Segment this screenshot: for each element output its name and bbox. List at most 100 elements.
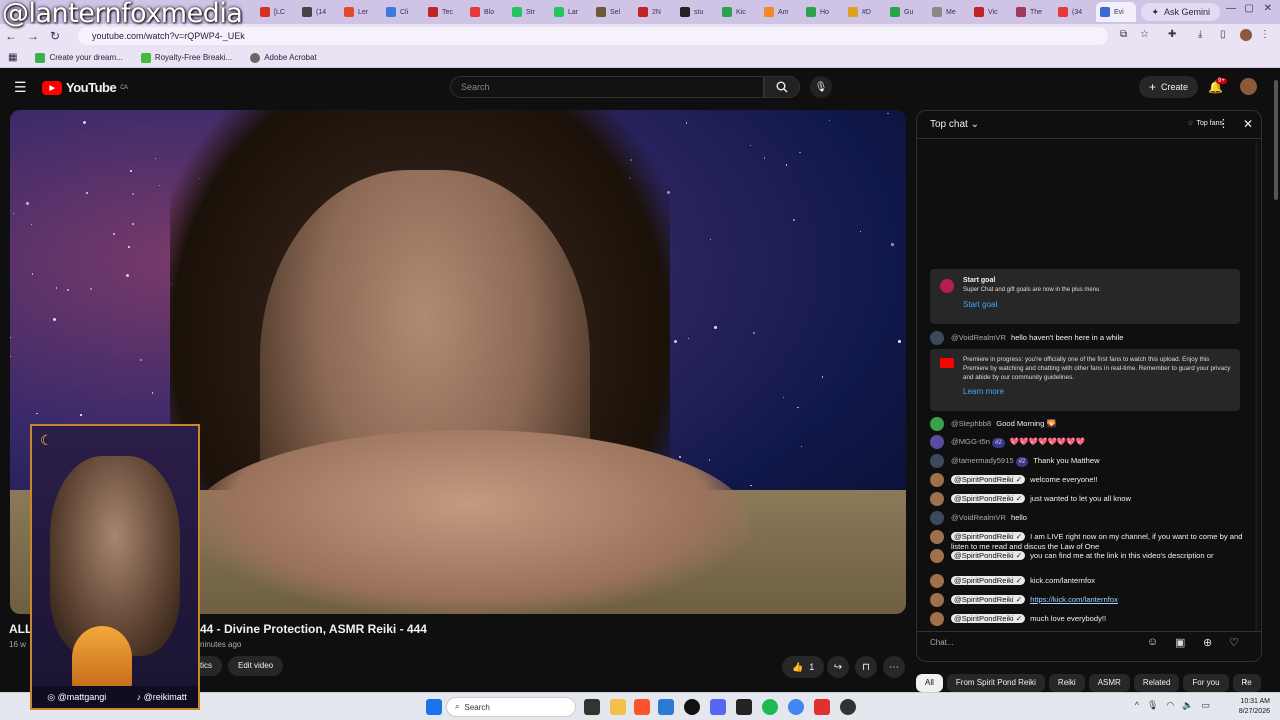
super-chat-icon[interactable]: ▣: [1175, 636, 1185, 649]
browser-tab[interactable]: Ho: [802, 2, 842, 22]
app-icon[interactable]: [658, 699, 674, 715]
chat-avatar[interactable]: [930, 574, 944, 588]
chat-more-icon[interactable]: ⋮: [1218, 117, 1229, 130]
chips-next-icon[interactable]: ›: [1244, 676, 1247, 687]
chat-author[interactable]: @VoidRealmVR: [951, 333, 1006, 342]
maximize-icon[interactable]: ▢: [1245, 3, 1254, 14]
filter-chip[interactable]: All: [916, 674, 943, 692]
search-input[interactable]: Search: [450, 76, 764, 98]
hamburger-menu-icon[interactable]: ☰: [14, 79, 27, 96]
chat-avatar[interactable]: [930, 612, 944, 626]
browser-tab[interactable]: Kic: [718, 2, 758, 22]
save-button[interactable]: ⊓: [855, 656, 877, 678]
learn-more-link[interactable]: Learn more: [963, 387, 1232, 396]
browser-tab[interactable]: #D: [844, 2, 884, 22]
app-icon[interactable]: [814, 699, 830, 715]
discord-icon[interactable]: [710, 699, 726, 715]
url-field[interactable]: youtube.com/watch?v=rQPWP4-_UEk: [78, 27, 1108, 45]
battery-icon[interactable]: ▭: [1201, 700, 1210, 711]
reload-icon[interactable]: ↻: [44, 29, 66, 43]
chat-avatar[interactable]: [930, 435, 944, 449]
taskbar-search[interactable]: ⌕ Search: [446, 697, 576, 717]
browser-tab[interactable]: Lar: [550, 2, 590, 22]
browser-tab[interactable]: Evi: [1096, 2, 1136, 22]
wifi-icon[interactable]: ◠: [1166, 700, 1174, 711]
chat-avatar[interactable]: [930, 454, 944, 468]
sidebar-icon[interactable]: ▯: [1220, 29, 1226, 40]
chat-avatar[interactable]: [930, 331, 944, 345]
chat-author[interactable]: @SpiritPondReiki ✓: [951, 494, 1026, 503]
browser-tab[interactable]: 2N: [634, 2, 674, 22]
chat-author[interactable]: @VoidRealmVR: [951, 513, 1006, 522]
chrome-icon[interactable]: [788, 699, 804, 715]
account-avatar[interactable]: [1240, 78, 1257, 95]
system-clock[interactable]: 10:31 AM 8/27/2026: [1239, 697, 1270, 717]
chat-avatar[interactable]: [930, 549, 944, 563]
chat-author[interactable]: @Stephbb8: [951, 419, 991, 428]
brave-icon[interactable]: [634, 699, 650, 715]
start-goal-link[interactable]: Start goal: [963, 300, 1232, 309]
browser-tab[interactable]: The: [1012, 2, 1052, 22]
chat-author[interactable]: @SpiritPondReiki ✓: [951, 614, 1026, 623]
browser-tab[interactable]: Vic: [970, 2, 1010, 22]
task-view-icon[interactable]: [584, 699, 600, 715]
bookmark-item[interactable]: Create your dream...: [35, 52, 123, 63]
browser-tab[interactable]: [LC: [256, 2, 296, 22]
spotify-icon[interactable]: [762, 699, 778, 715]
chat-author[interactable]: @SpiritPondReiki ✓: [951, 532, 1026, 541]
browser-menu-icon[interactable]: ⋮: [1260, 29, 1270, 40]
close-chat-icon[interactable]: ✕: [1243, 117, 1253, 131]
filter-chip[interactable]: Related: [1133, 674, 1180, 692]
chat-avatar[interactable]: [930, 530, 944, 544]
filter-chip[interactable]: For you: [1183, 674, 1229, 692]
chat-mode-dropdown[interactable]: Top chat ⌄: [930, 119, 979, 130]
chat-avatar[interactable]: [930, 492, 944, 506]
chat-input[interactable]: Chat...: [930, 638, 954, 647]
chat-author[interactable]: @SpiritPondReiki ✓: [951, 595, 1026, 604]
browser-tab[interactable]: Ler: [340, 2, 380, 22]
browser-tab[interactable]: Am: [760, 2, 800, 22]
browser-tab[interactable]: Blo: [466, 2, 506, 22]
bookmark-star-icon[interactable]: ☆: [1140, 29, 1149, 40]
apps-grid-icon[interactable]: ▦: [8, 52, 17, 63]
chat-author[interactable]: @SpiritPondReiki ✓: [951, 551, 1026, 560]
chat-avatar[interactable]: [930, 473, 944, 487]
volume-icon[interactable]: 🔈: [1182, 700, 1193, 711]
youtube-logo[interactable]: ▶ YouTube CA: [42, 80, 128, 95]
minimize-icon[interactable]: —: [1226, 3, 1236, 14]
file-explorer-icon[interactable]: [610, 699, 626, 715]
browser-tab[interactable]: Tec: [424, 2, 464, 22]
bookmark-item[interactable]: Royalty-Free Breaki...: [140, 52, 232, 63]
chat-avatar[interactable]: [930, 511, 944, 525]
filter-chip[interactable]: ASMR: [1088, 674, 1130, 692]
chat-author[interactable]: @MGG-t5n: [951, 437, 990, 446]
mic-tray-icon[interactable]: 🎙: [1147, 700, 1158, 711]
browser-tab[interactable]: Cli: [382, 2, 422, 22]
windows-start-icon[interactable]: [426, 699, 442, 715]
chat-avatar[interactable]: [930, 417, 944, 431]
extensions-icon[interactable]: ✚: [1168, 29, 1176, 40]
filter-chip[interactable]: From Spirit Pond Reiki: [946, 674, 1045, 692]
browser-tab[interactable]: (14: [298, 2, 338, 22]
download-icon[interactable]: ⤓: [1198, 29, 1202, 40]
emoji-icon[interactable]: ☺: [1147, 636, 1158, 648]
back-icon[interactable]: ←: [0, 29, 22, 43]
chat-author[interactable]: @tamermady5915: [951, 456, 1014, 465]
share-button[interactable]: ↪: [827, 656, 849, 678]
page-scrollbar-thumb[interactable]: [1274, 80, 1278, 200]
voice-search-button[interactable]: 🎙: [810, 76, 832, 98]
bookmark-item[interactable]: Adobe Acrobat: [250, 52, 317, 63]
browser-profile-avatar[interactable]: [1240, 29, 1252, 41]
browser-tab[interactable]: Str: [508, 2, 548, 22]
like-button[interactable]: 👍 1: [782, 656, 825, 678]
chat-link[interactable]: https://kick.com/lanternfox: [1030, 595, 1118, 604]
heart-icon[interactable]: ♡: [1229, 636, 1239, 649]
forward-icon[interactable]: →: [22, 29, 44, 43]
cast-icon[interactable]: ⧉: [1120, 29, 1127, 40]
chat-author[interactable]: @SpiritPondReiki ✓: [951, 576, 1026, 585]
more-actions-button[interactable]: ⋯: [883, 656, 905, 678]
search-button[interactable]: [764, 76, 800, 98]
browser-tab[interactable]: stu: [676, 2, 716, 22]
threads-icon[interactable]: [684, 699, 700, 715]
chat-author[interactable]: @SpiritPondReiki ✓: [951, 475, 1026, 484]
